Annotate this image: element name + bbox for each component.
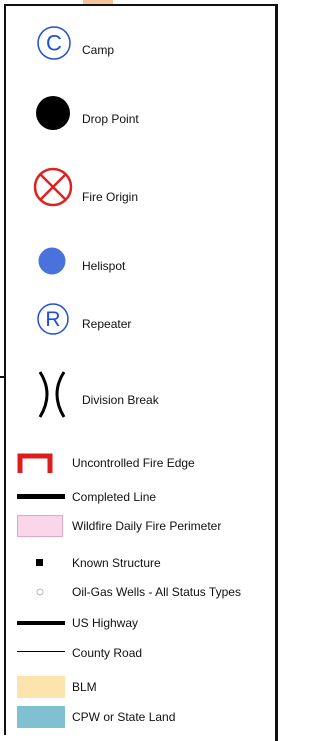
square-icon (36, 559, 43, 566)
legend-label-repeater: Repeater (82, 317, 132, 331)
perimeter-swatch-icon (17, 515, 63, 537)
cpw-swatch-icon (17, 706, 65, 728)
legend-label-known-structure: Known Structure (72, 556, 161, 570)
repeater-r-circle-icon: R (37, 303, 69, 335)
frame-tick (0, 376, 4, 378)
legend-label-county-road: County Road (72, 646, 143, 660)
camp-c-circle-icon: C (37, 26, 71, 60)
blm-swatch-icon (17, 676, 65, 698)
legend-label-drop-point: Drop Point (82, 112, 139, 126)
legend-frame-right (275, 4, 278, 741)
svg-text:R: R (45, 308, 60, 331)
legend-label-division-break: Division Break (82, 393, 159, 407)
legend-label-us-highway: US Highway (72, 616, 139, 630)
completed-line-icon (17, 494, 65, 499)
black-dot-icon (36, 96, 70, 130)
legend-label-oil-gas-wells: Oil-Gas Wells - All Status Types (72, 585, 241, 599)
legend-label-blm: BLM (72, 680, 97, 694)
small-circle-icon (36, 588, 44, 596)
highway-line-icon (17, 621, 65, 625)
svg-text:C: C (46, 31, 62, 56)
legend-label-wildfire-perimeter: Wildfire Daily Fire Perimeter (72, 519, 222, 533)
map-legend: C Camp Drop Point Fire Origin Helispot R… (0, 0, 279, 741)
legend-label-uncontrolled-fire-edge: Uncontrolled Fire Edge (72, 456, 195, 470)
legend-label-cpw-state-land: CPW or State Land (72, 710, 176, 724)
fire-origin-icon (33, 167, 73, 207)
legend-label-helispot: Helispot (82, 259, 126, 273)
uncontrolled-edge-icon (17, 453, 53, 473)
legend-label-camp: Camp (82, 43, 115, 57)
legend-label-completed-line: Completed Line (72, 490, 157, 504)
division-break-icon (38, 371, 66, 418)
legend-label-fire-origin: Fire Origin (82, 190, 139, 204)
blue-dot-icon (38, 247, 66, 275)
thin-line-icon (17, 651, 65, 652)
